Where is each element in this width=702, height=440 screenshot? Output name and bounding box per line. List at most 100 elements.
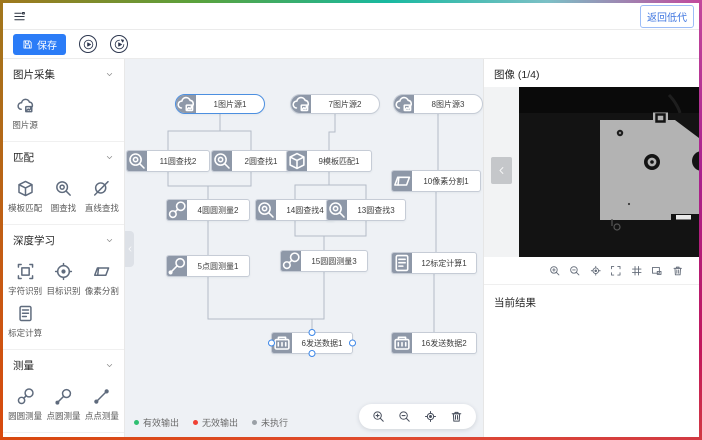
- node-port[interactable]: [349, 340, 356, 347]
- sidebar-item[interactable]: 像素分割: [83, 262, 121, 297]
- circle-find-icon: [54, 179, 73, 198]
- flow-node-16[interactable]: 16发送数据2: [391, 332, 477, 354]
- zoom-in-button[interactable]: [549, 265, 561, 277]
- flow-node-6[interactable]: 6发送数据1: [271, 332, 353, 354]
- sidebar-collapse-handle[interactable]: [125, 231, 134, 267]
- section-header[interactable]: 深度学习: [3, 230, 124, 251]
- image-viewer: [484, 87, 699, 257]
- sidebar-item[interactable]: 圆圆测量: [6, 387, 44, 422]
- point-circle-measure-icon: [167, 256, 187, 276]
- ocr-icon: [16, 262, 35, 281]
- sidebar-item[interactable]: 点圆测量: [44, 387, 82, 422]
- grid-button[interactable]: [631, 265, 643, 277]
- flow-node-10[interactable]: 10像素分割1: [391, 170, 481, 192]
- trash-button[interactable]: [450, 410, 463, 423]
- status-legend: 有效输出无效输出未执行: [134, 416, 288, 429]
- circle-find-icon: [212, 151, 232, 171]
- chevron-left-icon: [126, 245, 134, 253]
- section-header[interactable]: 匹配: [3, 147, 124, 168]
- sidebar-item[interactable]: 图片源: [6, 96, 44, 131]
- section-header[interactable]: 测量: [3, 355, 124, 376]
- chevron-down-icon: [105, 70, 114, 79]
- run-once-button[interactable]: [110, 35, 128, 53]
- sidebar-item-label: 点圆测量: [46, 410, 80, 422]
- flow-node-label: 12标定计算1: [412, 253, 476, 273]
- section-items: 圆圆测量点圆测量点点测量: [3, 376, 124, 422]
- fullscreen-icon: [610, 265, 622, 277]
- image-source-icon: [16, 96, 35, 115]
- template-match-icon: [16, 179, 35, 198]
- sidebar-item[interactable]: 点点测量: [83, 387, 121, 422]
- fullscreen-button[interactable]: [610, 265, 622, 277]
- flow-node-label: 15圆圆测量3: [301, 251, 367, 271]
- current-result-body: [484, 320, 699, 438]
- flow-node-13[interactable]: 13圆查找3: [326, 199, 406, 221]
- sidebar-item[interactable]: 字符识别: [6, 262, 44, 297]
- save-icon: [22, 39, 33, 50]
- flow-edge: [208, 172, 251, 199]
- send-data-icon: [392, 333, 412, 353]
- sidebar-item-label: 像素分割: [85, 285, 119, 297]
- compare-button[interactable]: [651, 265, 663, 277]
- flow-node-15[interactable]: 15圆圆测量3: [280, 250, 368, 272]
- run-button[interactable]: [79, 35, 97, 53]
- flow-node-9[interactable]: 9模板匹配1: [286, 150, 372, 172]
- node-port[interactable]: [309, 329, 316, 336]
- flow-node-12[interactable]: 12标定计算1: [391, 252, 477, 274]
- zoom-in-icon: [372, 410, 385, 423]
- zoom-out-button[interactable]: [569, 265, 581, 277]
- flow-node-4[interactable]: 4圆圆测量2: [166, 199, 250, 221]
- pixel-segment-icon: [392, 171, 412, 191]
- flow-node-5[interactable]: 5点圆测量1: [166, 255, 250, 277]
- circle-find-icon: [256, 200, 276, 220]
- sidebar-section: 通信: [3, 433, 124, 438]
- sidebar-item[interactable]: 标定计算: [6, 304, 44, 339]
- target-detect-icon: [54, 262, 73, 281]
- locate-button[interactable]: [590, 265, 602, 277]
- section-header[interactable]: 图片采集: [3, 64, 124, 85]
- flow-node-label: 16发送数据2: [412, 333, 476, 353]
- image-panel-title: 图像 (1/4): [484, 59, 699, 87]
- sidebar-item[interactable]: 目标识别: [44, 262, 82, 297]
- run-icon: [83, 39, 94, 50]
- main-row: 图片采集图片源匹配模板匹配圆查找直线查找深度学习字符识别目标识别像素分割标定计算…: [3, 59, 699, 438]
- flow-edge: [168, 114, 220, 150]
- flow-edge: [329, 172, 366, 199]
- chevron-down-icon: [105, 153, 114, 162]
- sidebar-item[interactable]: 圆查找: [44, 179, 82, 214]
- trash-button[interactable]: [672, 265, 684, 277]
- flow-node-14[interactable]: 14圆查找4: [255, 199, 335, 221]
- menu-icon: [13, 10, 26, 23]
- zoom-in-button[interactable]: [372, 410, 385, 423]
- locate-button[interactable]: [424, 410, 437, 423]
- trash-icon: [672, 265, 684, 277]
- flow-node-7[interactable]: 7图片源2: [290, 94, 380, 114]
- flow-node-8[interactable]: 8图片源3: [393, 94, 483, 114]
- flow-node-2[interactable]: 2圆查找1: [211, 150, 291, 172]
- zoom-out-icon: [569, 265, 581, 277]
- section-label: 测量: [13, 358, 34, 373]
- flow-edge: [324, 221, 366, 250]
- flow-node-11[interactable]: 11圆查找2: [126, 150, 210, 172]
- point-point-measure-icon: [92, 387, 111, 406]
- save-button[interactable]: 保存: [13, 34, 66, 55]
- flow-edge: [329, 114, 335, 150]
- calibration-icon: [392, 253, 412, 273]
- sidebar-item-label: 圆查找: [51, 202, 77, 214]
- sidebar-item-label: 点点测量: [85, 410, 119, 422]
- zoom-out-button[interactable]: [398, 410, 411, 423]
- flow-edge: [168, 172, 208, 199]
- sidebar-item[interactable]: 直线查找: [83, 179, 121, 214]
- node-port[interactable]: [268, 340, 275, 347]
- sidebar-item[interactable]: 模板匹配: [6, 179, 44, 214]
- legend-item: 未执行: [252, 416, 288, 429]
- menu-button[interactable]: [11, 8, 28, 25]
- node-port[interactable]: [309, 350, 316, 357]
- back-to-lowcode-button[interactable]: 返回低代: [640, 5, 694, 28]
- flow-canvas[interactable]: 1图片源1 7图片源2 8图片源3 11圆查找22圆查找19模板匹配1 10像素分割1 4…: [125, 59, 483, 438]
- flow-node-1[interactable]: 1图片源1: [175, 94, 265, 114]
- section-label: 匹配: [13, 150, 34, 165]
- camera-image: [519, 87, 699, 257]
- prev-image-button[interactable]: [491, 157, 512, 184]
- current-result-title: 当前结果: [484, 285, 699, 320]
